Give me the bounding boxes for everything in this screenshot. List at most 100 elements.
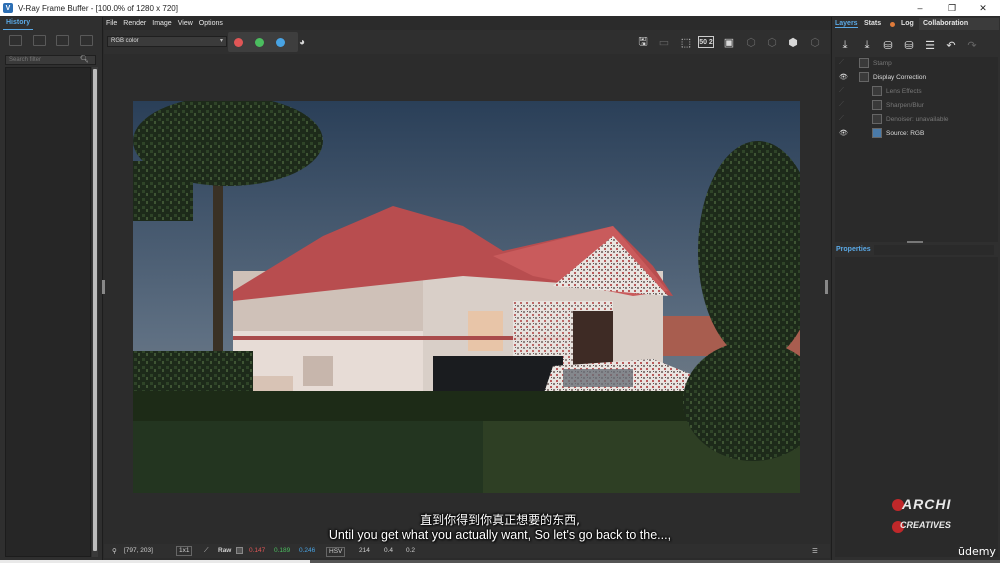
menu-image[interactable]: Image [152, 20, 171, 27]
render-viewport[interactable] [104, 54, 830, 544]
eye-icon[interactable]: 👁︎ [839, 129, 848, 137]
window-titlebar: V V-Ray Frame Buffer - [100.0% of 1280 x… [0, 0, 1000, 16]
layer-source-rgb[interactable]: 👁︎ Source: RGB [835, 127, 998, 140]
menu-view[interactable]: View [178, 20, 193, 27]
history-panel: History Search filter 🔍︎ [0, 17, 103, 560]
layer-tree: ⟋ Stamp 👁︎ Display Correction ⟋ Lens Eff… [835, 57, 998, 242]
archi-creatives-logo: ARCHI CREATIVES [890, 496, 954, 540]
layer-thumb-icon [859, 58, 869, 68]
red-channel-icon[interactable] [234, 38, 243, 47]
follow-mouse-icon[interactable]: ▣ [720, 33, 738, 51]
load-history-icon[interactable] [56, 35, 70, 46]
green-value: 0.189 [274, 547, 291, 554]
layer-label: Stamp [873, 60, 892, 67]
eye-icon[interactable]: 👁︎ [839, 73, 848, 81]
save-history-icon[interactable] [9, 35, 23, 46]
layer-denoiser[interactable]: ⟋ Denoiser: unavailable [835, 113, 998, 126]
logo-text-top: ARCHI [902, 496, 952, 512]
green-channel-icon[interactable] [255, 38, 264, 47]
tab-log[interactable]: Log [901, 20, 914, 27]
close-button[interactable]: ✕ [968, 0, 998, 16]
create-layer-icon[interactable]: ⤓ [836, 37, 854, 53]
red-value: 0.147 [249, 547, 266, 554]
layer-stamp[interactable]: ⟋ Stamp [835, 57, 998, 70]
visibility-off-icon[interactable]: ⟋ [839, 115, 844, 123]
layer-thumb-icon [872, 86, 882, 96]
layer-thumb-icon [872, 114, 882, 124]
window-title: V-Ray Frame Buffer - [100.0% of 1280 x 7… [18, 3, 178, 13]
color-mode-select[interactable]: HSV [326, 547, 346, 557]
vray-app-icon: V [3, 3, 13, 13]
layer-thumb-icon [872, 128, 882, 138]
redo-icon[interactable]: ↷ [963, 37, 981, 53]
subtitle-english: Until you get what you actually want, So… [328, 528, 672, 542]
layer-label: Source: RGB [886, 130, 925, 137]
visibility-off-icon[interactable]: ⟋ [839, 87, 844, 95]
pixel-coords: [797, 203] [124, 547, 153, 554]
rendered-image[interactable] [133, 101, 800, 493]
layer-thumb-icon [859, 72, 869, 82]
logo-text-bottom: CREATIVES [900, 520, 951, 530]
visibility-off-icon[interactable]: ⟋ [839, 59, 844, 67]
menu-bar: File Render Image View Options [106, 17, 223, 29]
load-layers-icon[interactable]: ⛁ [900, 37, 918, 53]
raw-label: Raw [218, 547, 232, 554]
menu-options[interactable]: Options [199, 20, 223, 27]
layer-label: Display Correction [873, 74, 927, 81]
clear-history-icon[interactable] [79, 35, 93, 46]
subtitle-chinese: 直到你得到你真正想要的东西, [420, 513, 580, 527]
maximize-button[interactable]: ❐ [937, 0, 967, 16]
layer-sharpen-blur[interactable]: ⟋ Sharpen/Blur [835, 99, 998, 112]
right-panel-tabs: Layers Stats Log Collaboration [832, 17, 1000, 31]
tab-stats[interactable]: Stats [864, 20, 881, 27]
vfb-toolbar: RGB color ▾ ◕ 🖫︎ ▭ ⬚ 50 2 ▣ ⬡ ⬡ ⬢ ⬡ [104, 30, 830, 54]
layer-thumb-icon [872, 100, 882, 110]
layer-lens-effects[interactable]: ⟋ Lens Effects [835, 85, 998, 98]
menu-file[interactable]: File [106, 20, 117, 27]
history-list[interactable] [5, 67, 91, 557]
history-toolbar [4, 35, 98, 49]
panel-splitter[interactable] [907, 241, 923, 243]
history-scrollbar[interactable] [92, 67, 98, 557]
layer-display-correction[interactable]: 👁︎ Display Correction [835, 71, 998, 84]
udemy-watermark: ūdemy [958, 545, 996, 558]
tab-collaboration[interactable]: Collaboration [919, 18, 999, 30]
color-picker-icon[interactable]: ⟋ [204, 547, 209, 555]
compare-ab-icon[interactable] [32, 35, 46, 46]
delete-layer-icon[interactable]: ⤓ [858, 37, 876, 53]
alpha-channel-icon[interactable]: ◕ [293, 33, 311, 51]
save-image-icon[interactable]: 🖫︎ [634, 33, 652, 51]
load-image-icon[interactable]: ▭ [655, 33, 673, 51]
visibility-off-icon[interactable]: ⟋ [839, 101, 844, 109]
pin-icon[interactable]: ⚲ [112, 547, 117, 555]
channel-select-value: RGB color [111, 38, 139, 44]
properties-title: Properties [836, 246, 871, 253]
channel-select[interactable]: RGB color ▾ [107, 36, 227, 47]
blue-value: 0.246 [299, 547, 316, 554]
layers-panel: Layers Stats Log Collaboration ⤓ ⤓ ⛁ ⛁ ☰… [831, 17, 1000, 563]
chevron-down-icon: ▾ [219, 38, 223, 44]
right-panel-resize-handle[interactable] [825, 280, 828, 294]
panel-toggle-icon[interactable]: ☰ [812, 547, 818, 555]
undo-icon[interactable]: ↶ [942, 37, 960, 53]
channel-toggle-group [228, 32, 298, 52]
track-icon[interactable]: ⬡ [742, 33, 760, 51]
tab-history[interactable]: History [3, 19, 34, 30]
clear-image-icon[interactable]: ⬢ [784, 33, 802, 51]
minimize-button[interactable]: – [905, 0, 935, 16]
tab-layers[interactable]: Layers [835, 20, 858, 28]
zoom-level-icon[interactable]: 50 2 [698, 36, 714, 48]
scrollbar-thumb[interactable] [93, 69, 97, 551]
left-panel-resize-handle[interactable] [102, 280, 105, 294]
search-icon[interactable]: 🔍︎ [80, 55, 89, 63]
zoom-select[interactable]: 1x1 [176, 546, 193, 556]
save-layers-icon[interactable]: ⛁ [879, 37, 897, 53]
region-render-icon[interactable]: ⬚ [677, 33, 695, 51]
blue-channel-icon[interactable] [276, 38, 285, 47]
interactive-render-icon[interactable]: ⬡ [763, 33, 781, 51]
stop-render-icon[interactable]: ⬡ [806, 33, 824, 51]
layer-list-icon[interactable]: ☰ [921, 37, 939, 53]
menu-render[interactable]: Render [123, 20, 146, 27]
value-value: 0.2 [406, 547, 416, 554]
layer-label: Denoiser: unavailable [886, 116, 949, 123]
